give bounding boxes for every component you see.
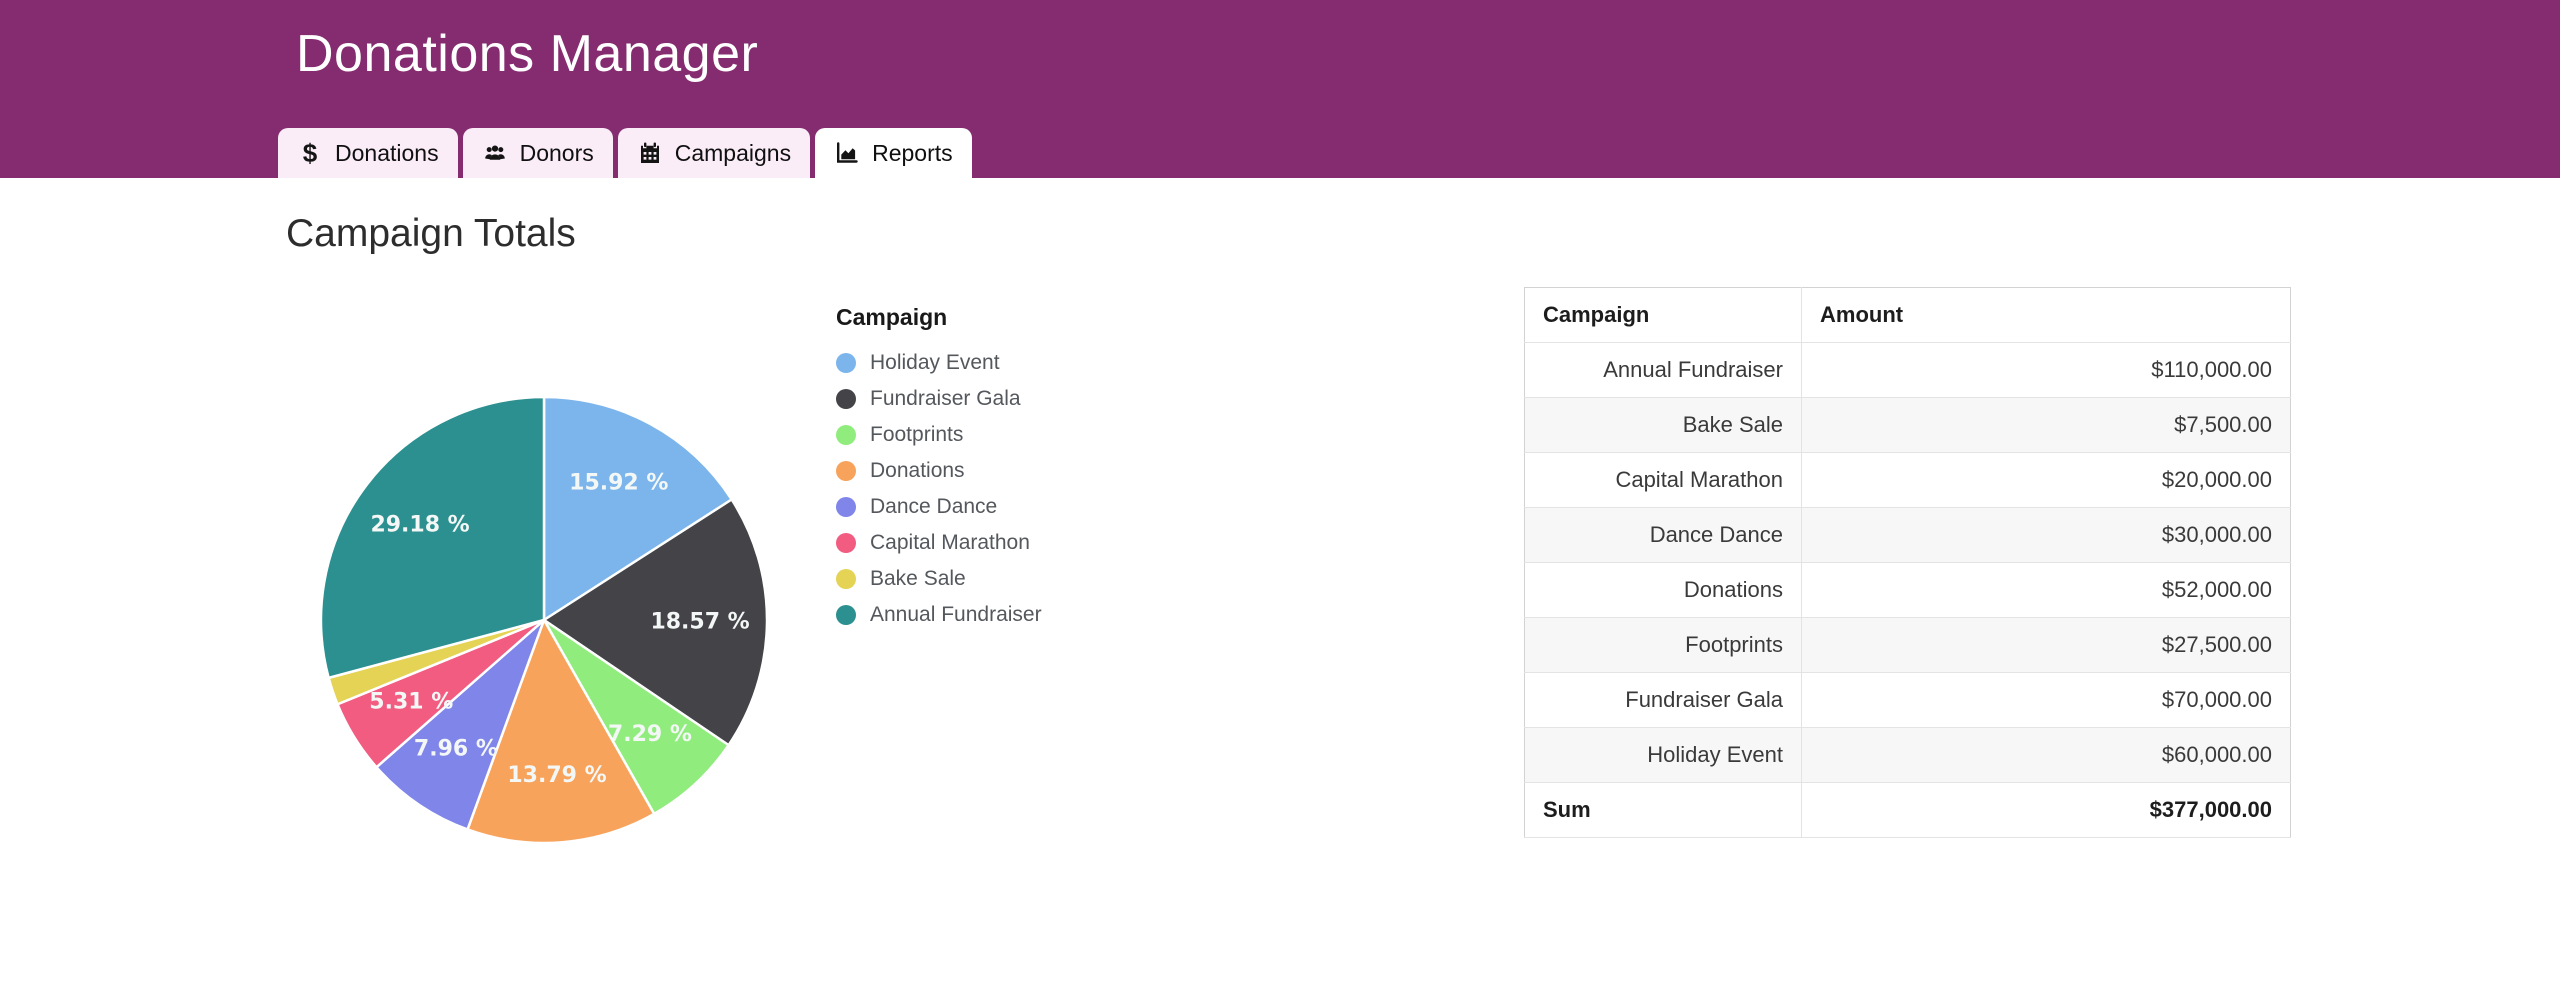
legend-marker (836, 569, 856, 589)
campaign-cell: Donations (1525, 563, 1802, 618)
tab-label: Campaigns (675, 140, 791, 167)
legend-marker (836, 461, 856, 481)
column-header-campaign: Campaign (1525, 288, 1802, 343)
tab-donors[interactable]: Donors (463, 128, 613, 178)
legend-item-capital-marathon[interactable]: Capital Marathon (836, 525, 1042, 561)
page-title: Campaign Totals (286, 212, 576, 256)
legend-item-annual-fundraiser[interactable]: Annual Fundraiser (836, 597, 1042, 633)
table-header-row: Campaign Amount (1525, 288, 2291, 343)
amount-cell: $27,500.00 (1802, 618, 2291, 673)
tab-label: Reports (872, 140, 953, 167)
tab-bar: $ Donations Donors Campaigns Reports (278, 128, 972, 178)
amount-cell: $60,000.00 (1802, 728, 2291, 783)
legend-marker (836, 389, 856, 409)
dollar-icon: $ (297, 140, 323, 166)
legend-label: Footprints (870, 423, 963, 447)
users-icon (482, 140, 508, 166)
pie-slice-label: 18.57 % (650, 610, 749, 635)
legend-label: Annual Fundraiser (870, 603, 1042, 627)
table-row: Annual Fundraiser$110,000.00 (1525, 343, 2291, 398)
legend-item-dance-dance[interactable]: Dance Dance (836, 489, 1042, 525)
app-header: Donations Manager $ Donations Donors Campai… (0, 0, 2560, 178)
amount-cell: $30,000.00 (1802, 508, 2291, 563)
table-row: Fundraiser Gala$70,000.00 (1525, 673, 2291, 728)
pie-slice-label: 7.29 % (608, 722, 692, 747)
campaign-cell: Holiday Event (1525, 728, 1802, 783)
campaign-cell: Dance Dance (1525, 508, 1802, 563)
pie-slice-label: 15.92 % (569, 471, 668, 496)
amount-cell: $110,000.00 (1802, 343, 2291, 398)
campaign-cell: Annual Fundraiser (1525, 343, 1802, 398)
report-table-body: Annual Fundraiser$110,000.00Bake Sale$7,… (1525, 343, 2291, 783)
campaign-cell: Fundraiser Gala (1525, 673, 1802, 728)
legend-title: Campaign (836, 304, 1042, 331)
amount-cell: $70,000.00 (1802, 673, 2291, 728)
legend-item-fundraiser-gala[interactable]: Fundraiser Gala (836, 381, 1042, 417)
table-row: Donations$52,000.00 (1525, 563, 2291, 618)
pie-slice-label: 29.18 % (370, 513, 469, 538)
chart-legend: Campaign Holiday Event Fundraiser Gala Foo… (836, 304, 1042, 633)
table-row: Bake Sale$7,500.00 (1525, 398, 2291, 453)
table-sum-row: Sum $377,000.00 (1525, 783, 2291, 838)
legend-label: Dance Dance (870, 495, 997, 519)
legend-marker (836, 497, 856, 517)
app-window: Donations Manager $ Donations Donors Campai… (0, 0, 2560, 992)
table-row: Holiday Event$60,000.00 (1525, 728, 2291, 783)
legend-item-footprints[interactable]: Footprints (836, 417, 1042, 453)
legend-item-holiday-event[interactable]: Holiday Event (836, 345, 1042, 381)
column-header-amount: Amount (1802, 288, 2291, 343)
table-row: Dance Dance$30,000.00 (1525, 508, 2291, 563)
campaign-cell: Bake Sale (1525, 398, 1802, 453)
app-title: Donations Manager (296, 24, 758, 84)
legend-marker (836, 605, 856, 625)
legend-label: Capital Marathon (870, 531, 1030, 555)
tab-donations[interactable]: $ Donations (278, 128, 458, 178)
amount-cell: $52,000.00 (1802, 563, 2291, 618)
tab-label: Donors (520, 140, 594, 167)
campaign-totals-table: Campaign Amount Annual Fundraiser$110,00… (1524, 287, 2291, 838)
legend-label: Donations (870, 459, 965, 483)
campaign-pie: 15.92 % 18.57 % 7.29 %13.79 % 7.96 % 5.31 % 2… (314, 390, 774, 850)
legend-label: Holiday Event (870, 351, 1000, 375)
sum-value: $377,000.00 (1802, 783, 2291, 838)
campaign-cell: Capital Marathon (1525, 453, 1802, 508)
pie-slice-label: 13.79 % (507, 763, 606, 788)
legend-label: Bake Sale (870, 567, 966, 591)
tab-campaigns[interactable]: Campaigns (618, 128, 810, 178)
sum-label: Sum (1525, 783, 1802, 838)
legend-item-bake-sale[interactable]: Bake Sale (836, 561, 1042, 597)
pie-slice-label: 5.31 % (369, 690, 453, 715)
area-chart-icon (834, 140, 860, 166)
calendar-icon (637, 140, 663, 166)
legend-marker (836, 533, 856, 553)
campaign-cell: Footprints (1525, 618, 1802, 673)
tab-reports[interactable]: Reports (815, 128, 972, 178)
legend-marker (836, 425, 856, 445)
tab-label: Donations (335, 140, 439, 167)
legend-item-donations[interactable]: Donations (836, 453, 1042, 489)
table-row: Footprints$27,500.00 (1525, 618, 2291, 673)
legend-label: Fundraiser Gala (870, 387, 1021, 411)
legend-marker (836, 353, 856, 373)
amount-cell: $20,000.00 (1802, 453, 2291, 508)
amount-cell: $7,500.00 (1802, 398, 2291, 453)
table-row: Capital Marathon$20,000.00 (1525, 453, 2291, 508)
chart-legend-items: Holiday Event Fundraiser Gala Footprints Do… (836, 345, 1042, 633)
pie-slice-label: 7.96 % (414, 736, 498, 761)
